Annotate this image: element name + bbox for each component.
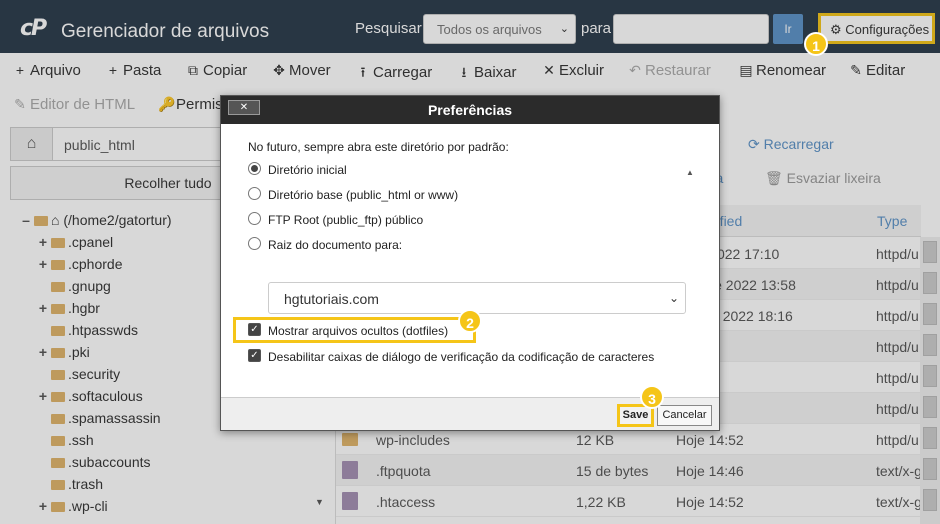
radio-label: Diretório inicial [268,163,347,177]
radio-document-root[interactable] [248,237,261,250]
step-marker-1: 1 [804,32,828,56]
show-hidden-label: Mostrar arquivos ocultos (dotfiles) [268,324,449,338]
step-marker-2: 2 [458,309,482,333]
preferences-dialog: Preferências ✕ No futuro, sempre abra es… [220,95,720,431]
disable-encoding-checkbox[interactable]: ✓ [248,349,261,362]
default-dir-prompt: No futuro, sempre abra este diretório po… [248,140,509,154]
close-button[interactable]: ✕ [228,100,260,115]
radio-label: Diretório base (public_html or www) [268,188,459,202]
radio-label: Raiz do documento para: [268,238,403,252]
document-root-select[interactable]: hgtutoriais.com ⌄ [268,282,686,314]
dialog-title: Preferências [221,96,719,124]
document-root-value: hgtutoriais.com [284,291,379,307]
step-marker-3: 3 [640,385,664,409]
radio-label: FTP Root (public_ftp) público [268,213,424,227]
scroll-up-icon[interactable]: ▲ [686,168,694,177]
radio-home-dir[interactable] [248,162,261,175]
cancel-button[interactable]: Cancelar [657,405,712,426]
disable-encoding-label: Desabilitar caixas de diálogo de verific… [268,350,655,364]
radio-base-dir[interactable] [248,187,261,200]
chevron-down-icon: ⌄ [668,291,679,305]
dialog-body: No futuro, sempre abra este diretório po… [221,124,719,405]
dialog-scrollbar[interactable]: ▲ ▼ [686,168,702,408]
show-hidden-checkbox[interactable]: ✓ [248,323,261,336]
radio-ftp-root[interactable] [248,212,261,225]
